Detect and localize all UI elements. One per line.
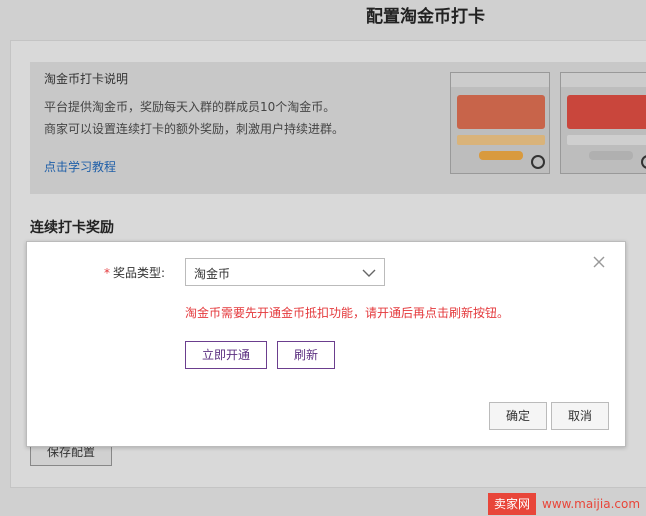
confirm-button[interactable]: 确定 (489, 402, 547, 430)
magnifier-icon[interactable] (641, 155, 646, 169)
thumb-statusbar (561, 73, 646, 87)
thumb-row (457, 135, 545, 145)
chevron-down-icon (362, 269, 376, 277)
intro-box: 淘金币打卡说明 平台提供淘金币，奖励每天入群的群成员10个淘金币。 商家可以设置… (30, 62, 646, 194)
preview-thumbnail-2[interactable] (560, 72, 646, 174)
watermark: 卖家网 www.maijia.com (488, 493, 640, 515)
prize-type-select[interactable]: 淘金币 (185, 258, 385, 286)
thumb-banner (457, 95, 545, 129)
section-title: 连续打卡奖励 (30, 220, 114, 236)
refresh-button[interactable]: 刷新 (277, 341, 335, 369)
page-title: 配置淘金币打卡 (366, 7, 485, 27)
thumb-banner (567, 95, 646, 129)
thumb-button (589, 151, 633, 160)
intro-title: 淘金币打卡说明 (44, 72, 129, 86)
tutorial-link[interactable]: 点击学习教程 (44, 158, 116, 175)
modal-dialog: * 奖品类型: 淘金币 淘金币需要先开通金币抵扣功能，请开通后再点击刷新按钮。 … (26, 241, 626, 447)
watermark-brand: 卖家网 (488, 493, 537, 515)
cancel-button[interactable]: 取消 (551, 402, 609, 430)
intro-line-2: 商家可以设置连续打卡的额外奖励，刺激用户持续进群。 (44, 122, 345, 136)
select-value: 淘金币 (194, 267, 231, 281)
required-mark: * (104, 266, 110, 280)
prize-type-label: 奖品类型: (113, 266, 166, 280)
thumb-button (479, 151, 523, 160)
preview-thumbnail-1[interactable] (450, 72, 550, 174)
close-icon[interactable] (591, 254, 607, 270)
open-now-button[interactable]: 立即开通 (185, 341, 267, 369)
thumb-statusbar (451, 73, 549, 87)
watermark-url: www.maijia.com (542, 497, 641, 511)
warning-message: 淘金币需要先开通金币抵扣功能，请开通后再点击刷新按钮。 (185, 306, 510, 320)
intro-line-1: 平台提供淘金币，奖励每天入群的群成员10个淘金币。 (44, 100, 336, 114)
magnifier-icon[interactable] (531, 155, 545, 169)
thumb-row (567, 135, 646, 145)
